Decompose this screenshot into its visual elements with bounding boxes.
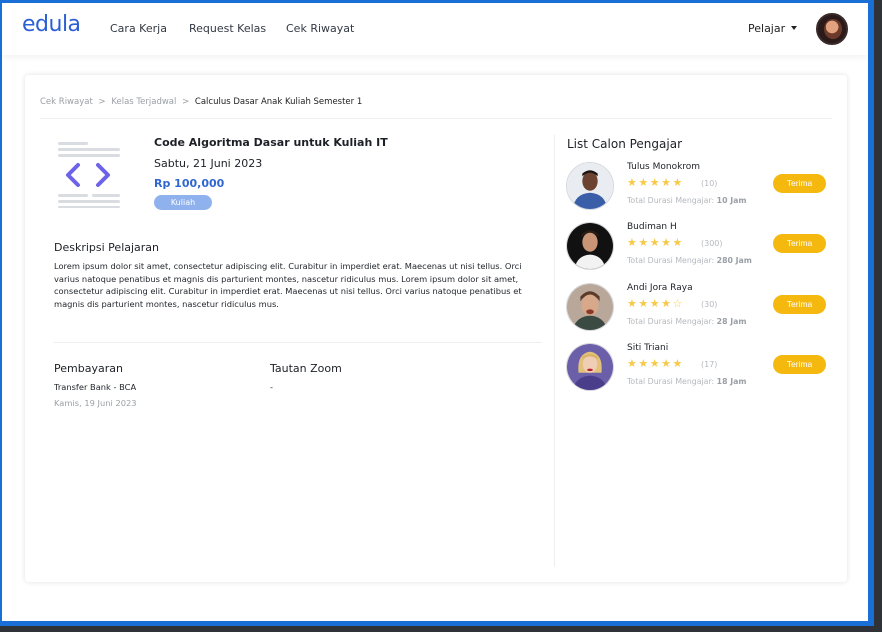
teacher-avatar: [566, 162, 614, 210]
rating-count: (30): [701, 300, 718, 309]
course-date: Sabtu, 21 Juni 2023: [154, 157, 263, 170]
course-level-badge: Kuliah: [154, 195, 212, 210]
star-rating: ★★★★★: [627, 176, 684, 189]
teacher-name: Tulus Monokrom: [627, 162, 701, 172]
teacher-card-siti-triani: Siti Triani ★★★★★ (17) Total Durasi Meng…: [566, 343, 831, 393]
zoom-link-value[interactable]: -: [270, 382, 273, 392]
course-price: Rp 100,000: [154, 177, 225, 190]
teacher-card-budiman-h: Budiman H ★★★★★ (300) Total Durasi Menga…: [566, 222, 831, 272]
teacher-name: Siti Triani: [627, 343, 669, 353]
teacher-avatar: [566, 222, 614, 270]
top-navbar: edula Cara Kerja Request Kelas Cek Riway…: [2, 3, 868, 55]
breadcrumb-separator: >: [182, 97, 190, 107]
teaching-duration: Total Durasi Mengajar: 10 Jam: [627, 196, 747, 205]
teacher-avatar: [566, 343, 614, 391]
description-heading: Deskripsi Pelajaran: [54, 241, 160, 254]
nav-link-cara-kerja[interactable]: Cara Kerja: [110, 22, 167, 35]
star-rating: ★★★★★: [627, 236, 684, 249]
star-rating: ★★★★☆: [627, 297, 684, 310]
code-icon: [58, 142, 120, 208]
rating-count: (10): [701, 179, 718, 188]
teacher-name: Budiman H: [627, 222, 677, 232]
accept-button[interactable]: Terima: [773, 174, 826, 193]
description-text: Lorem ipsum dolor sit amet, consectetur …: [54, 261, 522, 309]
payment-heading: Pembayaran: [54, 362, 123, 375]
breadcrumb-item-cek-riwayat[interactable]: Cek Riwayat: [40, 97, 93, 107]
course-title: Code Algoritma Dasar untuk Kuliah IT: [154, 136, 388, 149]
breadcrumb-item-current: Calculus Dasar Anak Kuliah Semester 1: [194, 97, 363, 107]
star-rating: ★★★★★: [627, 357, 684, 370]
teacher-name: Andi Jora Raya: [627, 283, 693, 293]
teacher-card-andi-jora-raya: Andi Jora Raya ★★★★☆ (30) Total Durasi M…: [566, 283, 831, 333]
caret-down-icon[interactable]: [791, 26, 797, 30]
teacher-list-heading: List Calon Pengajar: [567, 137, 683, 151]
accept-button[interactable]: Terima: [773, 295, 826, 314]
zoom-link-heading: Tautan Zoom: [270, 362, 342, 375]
accept-button[interactable]: Terima: [773, 355, 826, 374]
nav-link-request-kelas[interactable]: Request Kelas: [189, 22, 266, 35]
rating-count: (17): [701, 360, 718, 369]
payment-date: Kamis, 19 Juni 2023: [54, 398, 137, 408]
divider: [40, 118, 832, 119]
breadcrumb: Cek Riwayat > Kelas Terjadwal > Calculus…: [40, 97, 362, 107]
breadcrumb-item-kelas-terjadwal[interactable]: Kelas Terjadwal: [111, 97, 176, 107]
class-detail-card: Cek Riwayat > Kelas Terjadwal > Calculus…: [25, 75, 847, 582]
teaching-duration: Total Durasi Mengajar: 18 Jam: [627, 377, 747, 386]
nav-link-cek-riwayat[interactable]: Cek Riwayat: [286, 22, 354, 35]
user-avatar[interactable]: [816, 13, 848, 45]
divider: [54, 342, 542, 343]
logo[interactable]: edula: [22, 12, 81, 37]
rating-count: (300): [701, 239, 723, 248]
teaching-duration: Total Durasi Mengajar: 28 Jam: [627, 317, 747, 326]
teacher-avatar: [566, 283, 614, 331]
teaching-duration: Total Durasi Mengajar: 280 Jam: [627, 256, 752, 265]
app-window: edula Cara Kerja Request Kelas Cek Riway…: [2, 3, 868, 621]
column-divider: [554, 135, 555, 567]
accept-button[interactable]: Terima: [773, 234, 826, 253]
teacher-card-tulus-monokrom: Tulus Monokrom ★★★★★ (10) Total Durasi M…: [566, 162, 831, 212]
breadcrumb-separator: >: [98, 97, 106, 107]
role-dropdown[interactable]: Pelajar: [748, 22, 785, 35]
payment-method: Transfer Bank - BCA: [54, 382, 137, 392]
